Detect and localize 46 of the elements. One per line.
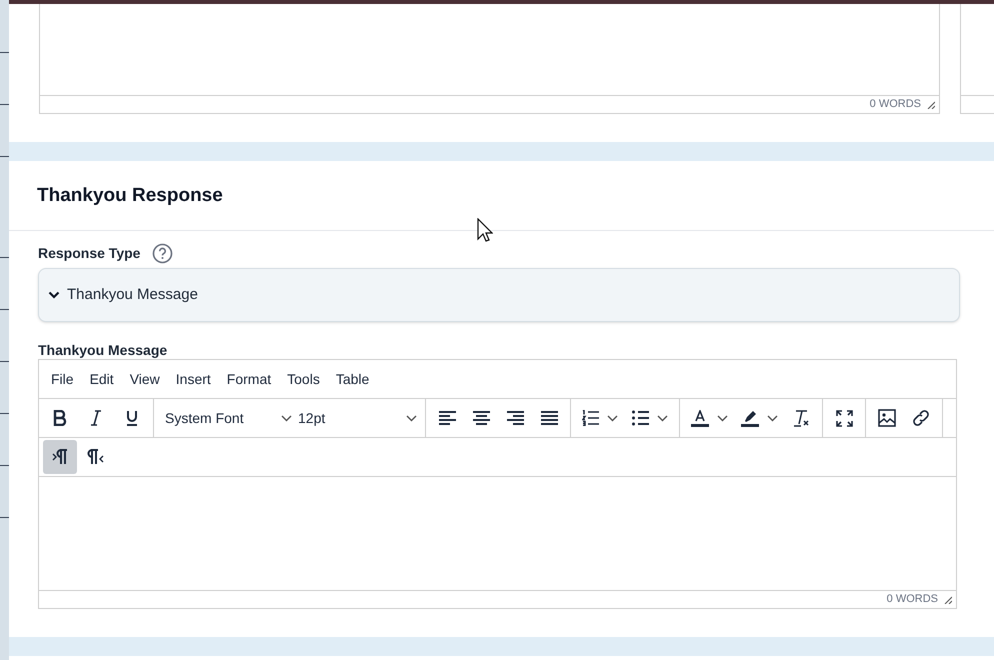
text-color-icon — [690, 410, 708, 426]
italic-icon — [90, 410, 102, 426]
chevron-down-icon — [607, 414, 618, 422]
menu-item[interactable]: View — [122, 365, 168, 393]
menu-item[interactable]: Format — [218, 365, 280, 393]
chevron-down-icon — [406, 414, 417, 422]
chevron-down-icon — [766, 414, 778, 422]
word-count: 0 WORDS — [886, 592, 938, 608]
field-label: Thankyou Message — [38, 341, 168, 360]
align-left-icon — [438, 411, 456, 425]
resize-handle-icon[interactable] — [944, 596, 952, 604]
marker-icon — [740, 410, 758, 426]
align-center-icon — [472, 411, 490, 425]
bullet-list-icon — [632, 410, 649, 426]
chevron-down-icon — [48, 291, 60, 299]
resize-handle-icon[interactable] — [927, 100, 935, 108]
rich-text-editor[interactable]: File Edit View Insert Format Tools Table System Font 12pt 0 WORDS — [38, 359, 957, 609]
numbered-list-icon — [582, 410, 599, 426]
help-icon[interactable] — [152, 242, 174, 264]
menu-item[interactable]: Insert — [168, 365, 219, 393]
text-editor[interactable]: 0 WORDS — [39, 4, 940, 114]
fullscreen-icon — [836, 410, 852, 426]
ltr-icon — [52, 449, 68, 465]
response-type-dropdown[interactable]: Thankyou Message — [38, 268, 960, 322]
menu-item[interactable]: Edit — [82, 365, 122, 393]
menu-item[interactable]: File — [43, 365, 82, 393]
font-dropdown[interactable]: System Font — [165, 403, 296, 433]
rtl-icon — [86, 449, 104, 465]
section-title: Thankyou Response — [37, 184, 223, 208]
chevron-down-icon — [281, 414, 292, 422]
link-icon — [912, 409, 930, 427]
image-icon — [878, 409, 896, 427]
font-size-dropdown[interactable]: 12pt — [296, 403, 417, 433]
align-right-icon — [506, 411, 524, 425]
word-count: 0 WORDS — [870, 97, 921, 112]
ltr-direction-button[interactable] — [43, 440, 77, 474]
underline-icon — [126, 410, 138, 426]
chevron-down-icon — [716, 414, 728, 422]
menu-item[interactable]: Table — [328, 365, 378, 393]
menu-item[interactable]: Tools — [279, 365, 328, 393]
clear-formatting-icon — [792, 410, 810, 426]
chevron-down-icon — [657, 414, 668, 422]
field-label: Response Type — [38, 244, 140, 263]
bold-icon — [53, 410, 67, 426]
justify-icon — [540, 411, 558, 425]
mouse-cursor-icon — [477, 218, 493, 243]
